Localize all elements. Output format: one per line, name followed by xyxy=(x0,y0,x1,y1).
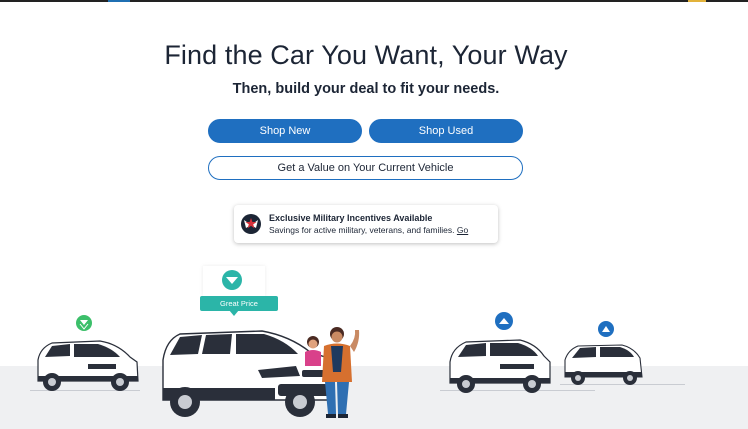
price-up-icon[interactable] xyxy=(495,312,513,330)
shop-used-button[interactable]: Shop Used xyxy=(369,119,523,143)
great-price-tag-pointer xyxy=(229,310,239,316)
person-illustration xyxy=(305,336,321,366)
promo-description: Savings for active military, veterans, a… xyxy=(269,224,468,236)
military-incentive-banner[interactable]: Exclusive Military Incentives Available … xyxy=(234,205,498,243)
military-star-icon xyxy=(241,214,261,234)
shop-new-button[interactable]: Shop New xyxy=(208,119,362,143)
top-bar-accent-left xyxy=(108,0,130,2)
price-down-icon[interactable] xyxy=(76,315,92,331)
page-title: Find the Car You Want, Your Way xyxy=(164,40,568,70)
top-bar-accent-right xyxy=(688,0,706,2)
price-up-icon[interactable] xyxy=(598,321,614,337)
promo-title: Exclusive Military Incentives Available xyxy=(269,213,433,223)
trade-value-button[interactable]: Get a Value on Your Current Vehicle xyxy=(208,156,523,180)
promo-description-text: Savings for active military, veterans, a… xyxy=(269,225,455,235)
promo-text: Exclusive Military Incentives Available … xyxy=(269,212,468,236)
top-bar xyxy=(0,0,748,2)
page-subtitle: Then, build your deal to fit your needs. xyxy=(232,81,500,97)
great-price-tag: Great Price xyxy=(200,296,278,311)
promo-go-link[interactable]: Go xyxy=(457,225,468,235)
price-down-icon[interactable] xyxy=(222,270,242,290)
